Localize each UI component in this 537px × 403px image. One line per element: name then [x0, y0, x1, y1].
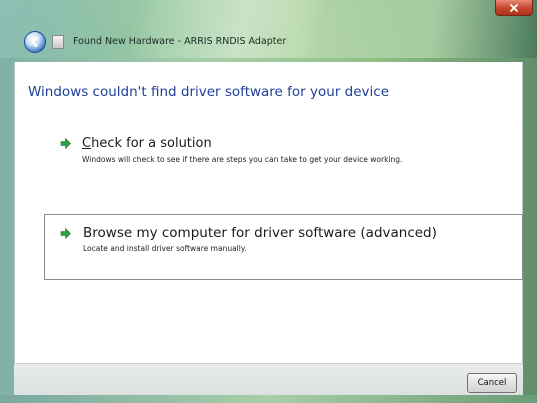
accelerator-key: C: [82, 136, 92, 151]
option-description: Windows will check to see if there are s…: [82, 155, 403, 164]
window-title: Found New Hardware - ARRIS RNDIS Adapter: [73, 36, 287, 47]
cancel-button[interactable]: Cancel: [467, 373, 517, 393]
option-title: Check for a solution: [82, 136, 212, 151]
close-button[interactable]: [495, 0, 533, 16]
back-button[interactable]: [24, 31, 46, 53]
green-arrow-icon: [60, 228, 71, 239]
option-title: Browse my computer for driver software (…: [83, 225, 437, 241]
back-arrow-icon: [31, 36, 38, 48]
option-description: Locate and install driver software manua…: [83, 244, 247, 253]
option-title-text: heck for a solution: [91, 136, 212, 151]
check-for-solution-option[interactable]: Check for a solution Windows will check …: [44, 129, 523, 185]
green-arrow-icon: [60, 138, 71, 149]
page-heading: Windows couldn't find driver software fo…: [28, 84, 389, 100]
browse-computer-option[interactable]: Browse my computer for driver software (…: [44, 214, 523, 280]
content-area: [14, 62, 523, 363]
window-frame-bottom: [0, 395, 537, 403]
title-bar: Found New Hardware - ARRIS RNDIS Adapter: [0, 0, 537, 58]
close-icon: [510, 3, 518, 12]
hardware-device-icon: [52, 35, 64, 49]
